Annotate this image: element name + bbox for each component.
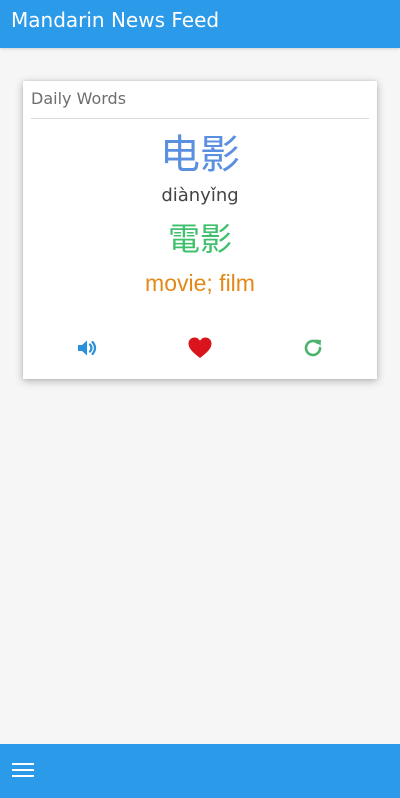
- app-header: Mandarin News Feed: [0, 0, 400, 48]
- play-audio-button[interactable]: [67, 335, 107, 361]
- traditional-word: 電影: [167, 220, 232, 258]
- app-title: Mandarin News Feed: [11, 8, 220, 32]
- refresh-button[interactable]: [293, 335, 333, 361]
- pinyin-text: diànyǐng: [161, 185, 239, 206]
- word-meaning: movie; film: [145, 270, 255, 296]
- card-header: Daily Words: [31, 89, 369, 119]
- bottom-bar: [0, 744, 400, 798]
- speaker-icon: [75, 336, 99, 360]
- daily-words-card: Daily Words 电影 diànyǐng 電影 movie; film: [23, 81, 377, 379]
- simplified-word: 电影: [160, 132, 240, 178]
- favorite-button[interactable]: [180, 335, 220, 361]
- card-title: Daily Words: [31, 89, 127, 108]
- hamburger-menu-icon: [12, 762, 34, 782]
- heart-icon: [187, 336, 213, 360]
- app-screen: Mandarin News Feed Daily Words 电影 diànyǐ…: [0, 0, 400, 798]
- menu-button[interactable]: [9, 759, 37, 785]
- refresh-icon: [301, 336, 325, 360]
- card-actions: [23, 335, 377, 361]
